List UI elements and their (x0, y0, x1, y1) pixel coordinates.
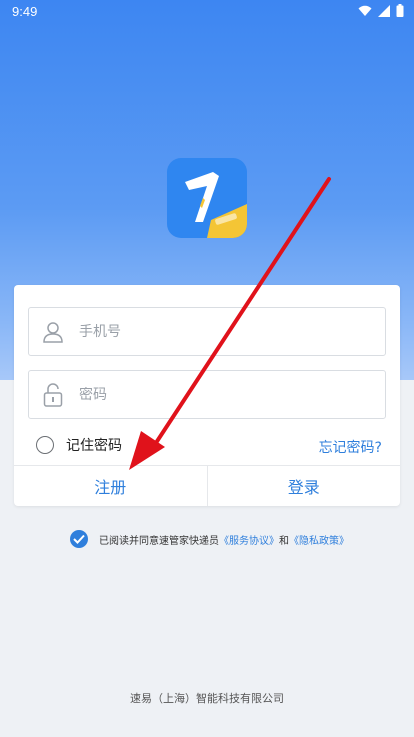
remember-radio[interactable] (36, 436, 54, 454)
agreement-row: 已阅读并同意速管家快递员 《服务协议》 和 《隐私政策》 (70, 530, 349, 548)
status-time: 9:49 (12, 4, 38, 19)
service-agreement-link[interactable]: 《服务协议》 (219, 532, 279, 547)
register-button[interactable]: 注册 (14, 466, 207, 506)
agreement-prefix: 已阅读并同意速管家快递员 (99, 535, 219, 547)
login-card: 记住密码 忘记密码? 注册 登录 (14, 285, 400, 506)
password-field[interactable] (28, 370, 386, 419)
remember-password[interactable]: 记住密码 (36, 435, 122, 455)
remember-label: 记住密码 (66, 438, 122, 454)
check-icon (73, 534, 85, 544)
agreement-connector: 和 (279, 535, 289, 547)
phone-input[interactable] (79, 323, 359, 340)
company-name: 速易（上海）智能科技有限公司 (130, 692, 284, 705)
battery-icon (396, 4, 404, 17)
privacy-policy-link[interactable]: 《隐私政策》 (289, 532, 349, 547)
login-button[interactable]: 登录 (206, 466, 401, 506)
status-icons (358, 4, 404, 17)
forgot-password-link[interactable]: 忘记密码? (319, 437, 382, 457)
logo-mark-icon (185, 172, 247, 238)
agreement-checkbox[interactable] (70, 530, 88, 548)
user-icon (33, 312, 73, 352)
password-input[interactable] (79, 386, 359, 403)
phone-field[interactable] (28, 307, 386, 356)
wifi-icon (358, 5, 372, 16)
status-bar: 9:49 (0, 0, 414, 24)
action-bar: 注册 登录 (14, 465, 400, 506)
app-logo (167, 158, 247, 238)
lock-icon (33, 375, 73, 415)
signal-icon (378, 4, 390, 17)
